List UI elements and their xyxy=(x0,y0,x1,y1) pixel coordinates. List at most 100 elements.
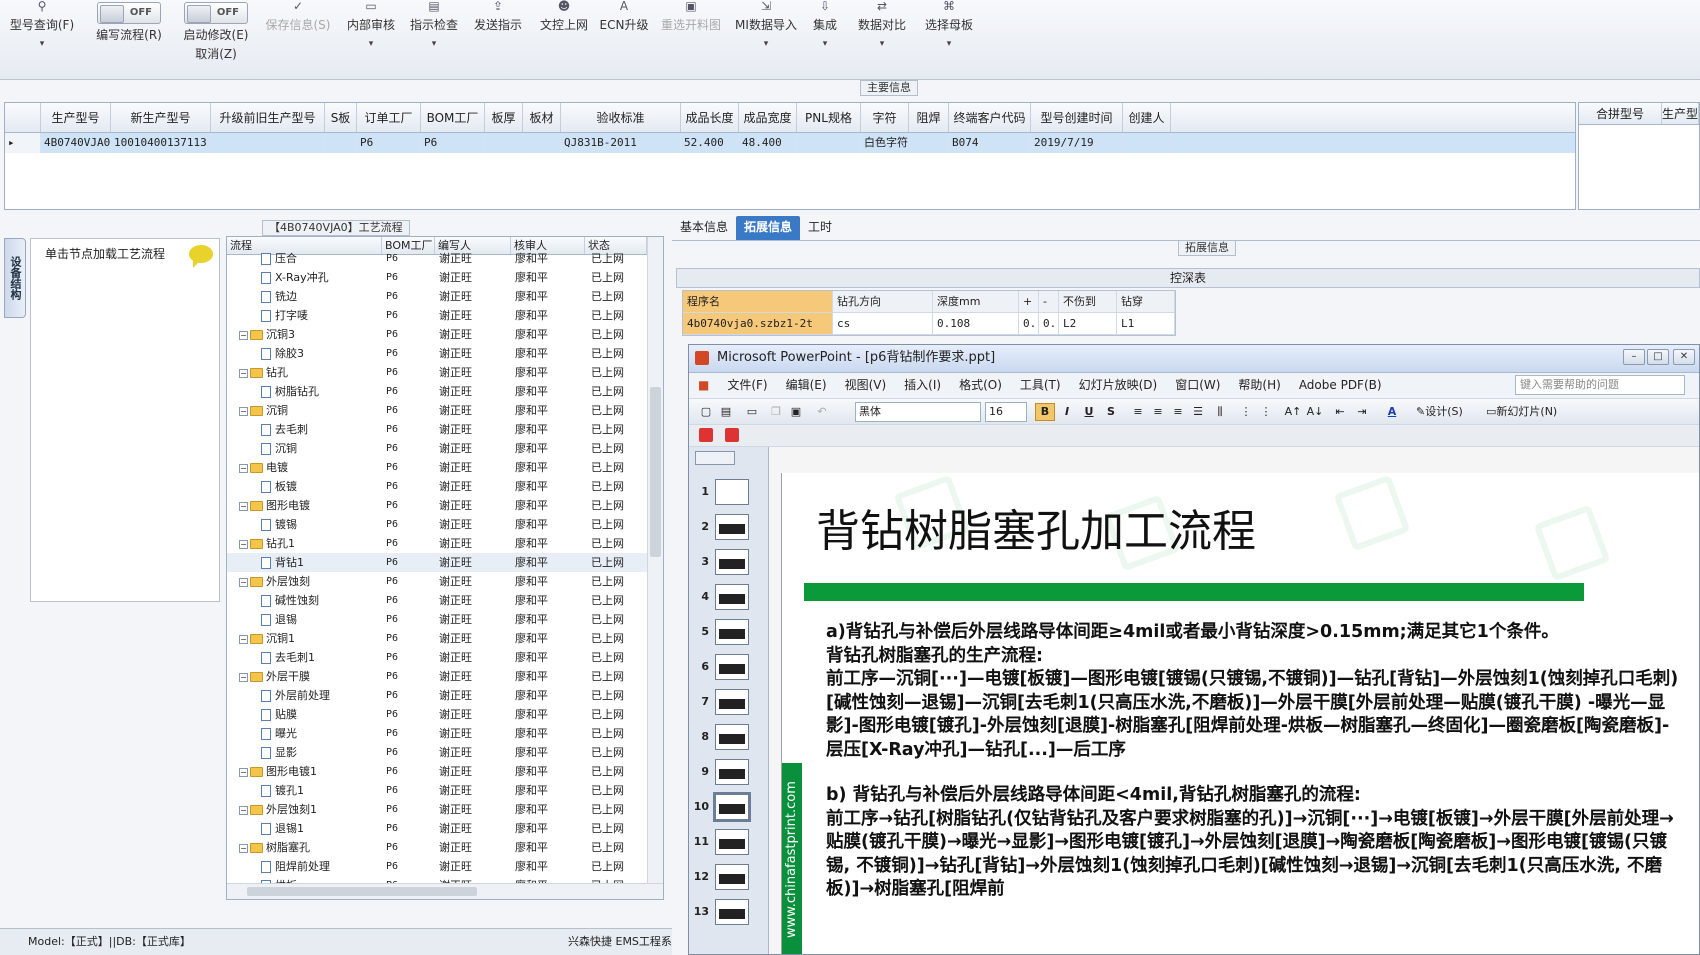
flow-tree-row[interactable]: 去毛刺 P6 谢正旺 廖和平 已上网 xyxy=(227,420,663,439)
flow-tree-row[interactable]: − 沉铜3 P6 谢正旺 廖和平 已上网 xyxy=(227,325,663,344)
cell[interactable]: QJ831B-2011 xyxy=(561,133,681,153)
cell[interactable]: 0. xyxy=(1019,313,1039,335)
col-header[interactable]: 型号创建时间 xyxy=(1031,103,1123,132)
flow-node[interactable]: − 外层干膜 xyxy=(227,667,382,686)
flow-tree-row[interactable]: 镀孔1 P6 谢正旺 廖和平 已上网 xyxy=(227,781,663,800)
menu-window[interactable]: 窗口(W) xyxy=(1166,373,1229,398)
cell[interactable] xyxy=(797,133,861,153)
col-header[interactable]: 成品长度 xyxy=(681,103,739,132)
flow-node[interactable]: 显影 xyxy=(227,743,382,762)
flow-tree-row[interactable]: 背钻1 P6 谢正旺 廖和平 已上网 xyxy=(227,553,663,572)
flow-tree-row[interactable]: 除胶3 P6 谢正旺 廖和平 已上网 xyxy=(227,344,663,363)
flow-node[interactable]: 阻焊前处理 xyxy=(227,857,382,876)
cell[interactable]: P6 xyxy=(421,133,485,153)
collapse-icon[interactable]: − xyxy=(239,843,248,853)
flow-tree-row[interactable]: 曝光 P6 谢正旺 廖和平 已上网 xyxy=(227,724,663,743)
italic-button[interactable]: I xyxy=(1057,403,1077,421)
col-header[interactable]: 程序名 xyxy=(683,291,833,313)
justify-icon[interactable]: ☰ xyxy=(1189,403,1207,421)
col-header[interactable]: 深度mm xyxy=(933,291,1019,313)
collapse-icon[interactable]: − xyxy=(239,406,248,416)
flow-node[interactable]: 碱性蚀刻 xyxy=(227,591,382,610)
flow-tree-row[interactable]: − 钻孔1 P6 谢正旺 廖和平 已上网 xyxy=(227,534,663,553)
flow-tree-row[interactable]: − 图形电镀1 P6 谢正旺 廖和平 已上网 xyxy=(227,762,663,781)
flow-tree-row[interactable]: − 钻孔 P6 谢正旺 廖和平 已上网 xyxy=(227,363,663,382)
menu-adobe-pdf[interactable]: Adobe PDF(B) xyxy=(1290,373,1391,398)
flow-node[interactable]: 背钻1 xyxy=(227,553,382,572)
copy-icon[interactable]: ❐ xyxy=(767,403,785,421)
flow-node[interactable]: − 钻孔1 xyxy=(227,534,382,553)
align-center-icon[interactable]: ≡ xyxy=(1149,403,1167,421)
flow-node[interactable]: 退锡 xyxy=(227,610,382,629)
send-instruction-button[interactable]: ⇪ 发送指示 xyxy=(466,0,530,78)
flow-tree-row[interactable]: 外层前处理 P6 谢正旺 廖和平 已上网 xyxy=(227,686,663,705)
ppt-title-bar[interactable]: Microsoft PowerPoint - [p6背钻制作要求.ppt] – … xyxy=(689,345,1699,373)
flow-node[interactable]: 除胶3 xyxy=(227,344,382,363)
align-left-icon[interactable]: ≡ xyxy=(1129,403,1147,421)
flow-node[interactable]: 沉铜 xyxy=(227,439,382,458)
flow-tree-row[interactable]: − 树脂塞孔 P6 谢正旺 廖和平 已上网 xyxy=(227,838,663,857)
flow-node[interactable]: − 图形电镀 xyxy=(227,496,382,515)
cell[interactable] xyxy=(1123,133,1171,153)
decrease-indent-icon[interactable]: ⇤ xyxy=(1331,403,1349,421)
slide-thumbnail[interactable]: 7 xyxy=(693,687,763,717)
menu-view[interactable]: 视图(V) xyxy=(836,373,896,398)
col-header[interactable]: 板材 xyxy=(523,103,561,132)
tab-extended-info[interactable]: 拓展信息 xyxy=(736,216,801,240)
flow-node[interactable]: 贴膜 xyxy=(227,705,382,724)
col-header[interactable]: 终端客户代码 xyxy=(949,103,1031,132)
numbering-icon[interactable]: ⋮ xyxy=(1237,403,1255,421)
collapse-icon[interactable]: − xyxy=(239,767,248,777)
tree-vertical-scrollbar[interactable] xyxy=(647,237,663,899)
col-header[interactable]: 不伤到 xyxy=(1059,291,1117,313)
col-header[interactable]: + xyxy=(1019,291,1039,313)
maximize-icon[interactable]: □ xyxy=(1647,349,1669,365)
col-header[interactable]: 成品宽度 xyxy=(739,103,797,132)
flow-node[interactable]: 树脂钻孔 xyxy=(227,382,382,401)
col-header[interactable]: 字符 xyxy=(861,103,909,132)
slide-thumbnail[interactable]: 12 xyxy=(693,862,763,892)
main-info-row[interactable]: ▸ 4B0740VJA0 10010400137113 P6 P6 QJ831B… xyxy=(5,133,1575,153)
cell[interactable]: 2019/7/19 xyxy=(1031,133,1123,153)
chat-bubble-icon[interactable] xyxy=(189,245,213,268)
collapse-icon[interactable]: − xyxy=(239,368,248,378)
model-query-button[interactable]: ⚲ 型号查询(F) ▾ xyxy=(4,0,80,78)
doc-control-online-button[interactable]: ☻ 文控上网 xyxy=(532,0,596,78)
cell[interactable] xyxy=(909,133,949,153)
col-header[interactable]: 新生产型号 xyxy=(111,103,211,132)
cell[interactable] xyxy=(325,133,357,153)
flow-node[interactable]: 板镀 xyxy=(227,477,382,496)
slide-thumbnail[interactable]: 1 xyxy=(693,477,763,507)
menu-slideshow[interactable]: 幻灯片放映(D) xyxy=(1070,373,1167,398)
flow-node[interactable]: 曝光 xyxy=(227,724,382,743)
close-icon[interactable]: ✕ xyxy=(1673,349,1695,365)
cell[interactable]: B074 xyxy=(949,133,1031,153)
flow-node[interactable]: 镀孔1 xyxy=(227,781,382,800)
outline-slides-tabs[interactable] xyxy=(695,451,735,465)
shadow-button[interactable]: S xyxy=(1101,403,1121,421)
flow-node[interactable]: 退锡1 xyxy=(227,819,382,838)
slide-thumbnail[interactable]: 6 xyxy=(693,652,763,682)
scrollbar-thumb[interactable] xyxy=(650,387,661,557)
flow-tree-row[interactable]: 打字唛 P6 谢正旺 廖和平 已上网 xyxy=(227,306,663,325)
undo-icon[interactable]: ↶ xyxy=(813,403,831,421)
minimize-icon[interactable]: – xyxy=(1623,349,1645,365)
collapse-icon[interactable]: − xyxy=(239,634,248,644)
flow-tree-row[interactable]: 压合 P6 谢正旺 廖和平 已上网 xyxy=(227,249,663,268)
flow-tree-row[interactable]: 镀锡 P6 谢正旺 廖和平 已上网 xyxy=(227,515,663,534)
flow-tree-row[interactable]: X-Ray冲孔 P6 谢正旺 廖和平 已上网 xyxy=(227,268,663,287)
tab-work-hours[interactable]: 工时 xyxy=(800,216,840,240)
font-grow-icon[interactable]: A↑ xyxy=(1283,403,1303,421)
slide-thumbnail[interactable]: 4 xyxy=(693,582,763,612)
menu-edit[interactable]: 编辑(E) xyxy=(777,373,836,398)
col-header[interactable]: 创建人 xyxy=(1123,103,1171,132)
flow-tree-row[interactable]: − 外层干膜 P6 谢正旺 廖和平 已上网 xyxy=(227,667,663,686)
col-header[interactable]: 钻孔方向 xyxy=(833,291,933,313)
save-info-button[interactable]: ✓ 保存信息(S) xyxy=(258,0,338,78)
mi-data-import-button[interactable]: ⇲ MI数据导入 ▾ xyxy=(732,0,800,78)
internal-review-button[interactable]: ▭ 内部审核 ▾ xyxy=(340,0,402,78)
instruction-check-button[interactable]: ▤ 指示检查 ▾ xyxy=(404,0,464,78)
cancel-label[interactable]: 取消(Z) xyxy=(174,45,258,62)
select-master-board-button[interactable]: ⌘ 选择母板 ▾ xyxy=(916,0,982,78)
flow-tree-row[interactable]: 阻焊前处理 P6 谢正旺 廖和平 已上网 xyxy=(227,857,663,876)
